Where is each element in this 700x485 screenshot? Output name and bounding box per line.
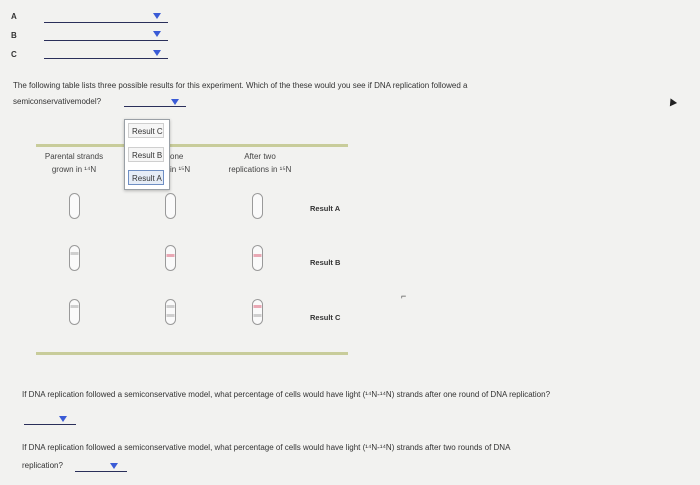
row-label-result-c: Result C [310, 313, 341, 322]
match-letter-c: C [11, 50, 17, 59]
dropdown-option-result-b[interactable]: Result B [128, 147, 164, 162]
table-top-rule [36, 144, 348, 147]
test-tube-icon [69, 299, 80, 325]
header-two-line2: replications in ¹⁵N [228, 165, 292, 174]
test-tube-icon [252, 299, 263, 325]
question-1-text-cont: semiconservativemodel? [13, 97, 102, 106]
test-tube-icon [165, 245, 176, 271]
header-one-partial-2: in ¹⁵N [170, 165, 191, 174]
question-3-text: If DNA replication followed a semiconser… [22, 443, 511, 452]
test-tube-icon [252, 193, 263, 219]
question-2-dropdown[interactable] [24, 424, 76, 425]
caret-down-icon[interactable] [153, 13, 161, 19]
caret-down-icon[interactable] [110, 463, 118, 469]
caret-down-icon[interactable] [171, 99, 179, 105]
table-bottom-rule [36, 352, 348, 355]
match-letter-a: A [11, 12, 17, 21]
row-label-result-b: Result B [310, 258, 341, 267]
question-3-text-cont: replication? [22, 461, 63, 470]
match-dropdown-a[interactable] [44, 22, 168, 23]
header-parental-line2: grown in ¹⁴N [51, 165, 97, 174]
header-two-line1: After two [244, 152, 276, 161]
question-1-text: The following table lists three possible… [13, 81, 468, 90]
header-parental-line1: Parental strands [44, 152, 104, 161]
match-letter-b: B [11, 31, 17, 40]
caret-down-icon[interactable] [153, 31, 161, 37]
mouse-cursor-icon [666, 96, 678, 107]
test-tube-icon [165, 299, 176, 325]
test-tube-icon [69, 245, 80, 271]
dropdown-option-result-c[interactable]: Result C [128, 123, 164, 138]
question-3-dropdown[interactable] [75, 471, 127, 472]
stray-mark: ⌐ [401, 291, 407, 301]
test-tube-icon [252, 245, 263, 271]
test-tube-icon [69, 193, 80, 219]
header-one-partial: one [170, 152, 184, 161]
caret-down-icon[interactable] [153, 50, 161, 56]
question-1-dropdown[interactable] [124, 106, 186, 107]
header-two-replications: After two replications in ¹⁵N [212, 150, 308, 176]
match-dropdown-b[interactable] [44, 40, 168, 41]
row-label-result-a: Result A [310, 204, 341, 213]
dropdown-option-result-a[interactable]: Result A [128, 170, 164, 185]
question-2-text: If DNA replication followed a semiconser… [22, 390, 551, 399]
match-dropdown-c[interactable] [44, 58, 168, 59]
question-1-dropdown-menu: Result C Result B Result A [124, 119, 170, 190]
header-parental: Parental strands grown in ¹⁴N [36, 150, 112, 176]
caret-down-icon[interactable] [59, 416, 67, 422]
test-tube-icon [165, 193, 176, 219]
